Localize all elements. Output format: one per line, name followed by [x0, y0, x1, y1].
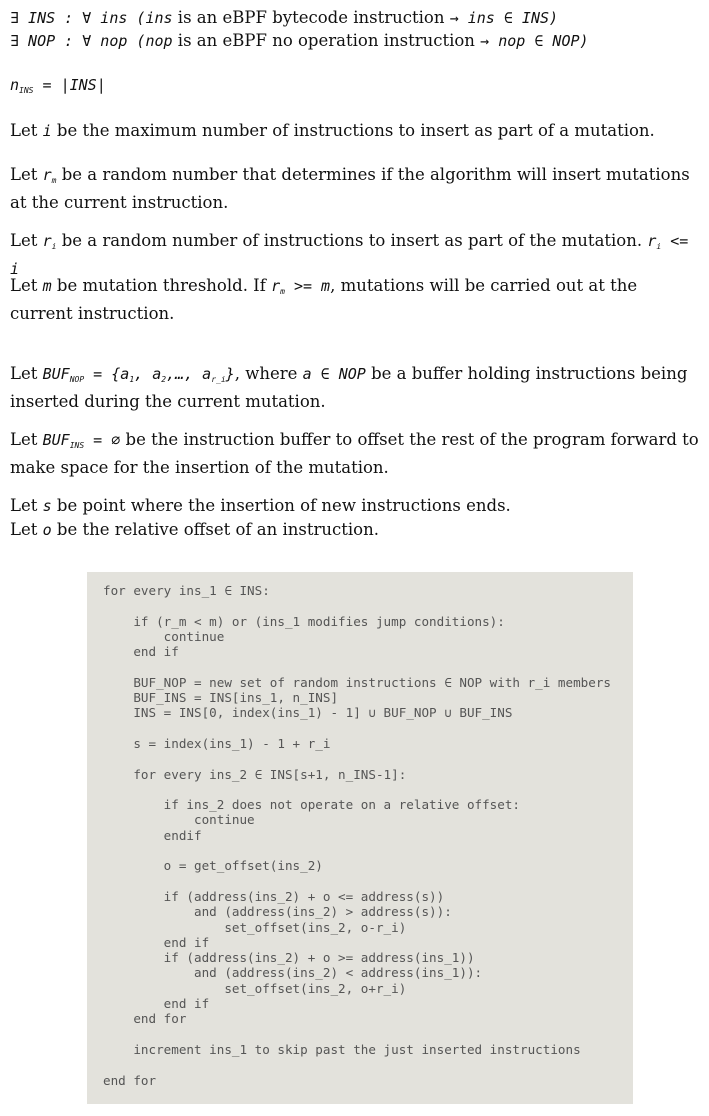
- code-line: if ins_2 does not operate on a relative …: [103, 797, 521, 813]
- code-line: o = get_offset(ins_2): [103, 858, 323, 874]
- var-s: s: [42, 497, 52, 515]
- var-buf: BUF: [42, 431, 70, 449]
- code-line: set_offset(ins_2, o+r_i): [103, 980, 407, 996]
- nop-def-var: nop: [145, 32, 173, 50]
- nop-def-post: → nop ∈ NOP): [480, 32, 589, 50]
- text: Let: [10, 121, 43, 140]
- nop-def-pre: ∃ NOP : ∀ nop (: [10, 32, 146, 50]
- n-ins-definition: nINS = |INS|: [10, 76, 106, 95]
- sub-nop: NOP: [69, 375, 85, 384]
- expr: , a: [134, 365, 162, 383]
- text: Let: [10, 496, 43, 515]
- n-ins-post: = |INS|: [33, 76, 106, 94]
- code-line: endif: [103, 827, 202, 843]
- para-rm: Let rm be a random number that determine…: [10, 164, 700, 214]
- code-line: continue: [103, 628, 225, 644]
- expr: }: [225, 365, 235, 383]
- text: Let: [10, 520, 43, 539]
- expr: = ∅: [84, 431, 121, 449]
- code-line: for every ins_2 ∈ INS[s+1, n_INS-1]:: [103, 766, 407, 782]
- code-line: end for: [103, 1011, 187, 1027]
- para-bufins: Let BUFINS = ∅ be the instruction buffer…: [10, 429, 700, 479]
- code-line: and (address(ins_2) > address(s)):: [103, 904, 452, 920]
- para-o: Let o be the relative offset of an instr…: [10, 519, 700, 541]
- text: Let: [10, 165, 43, 184]
- para-s: Let s be point where the insertion of ne…: [10, 495, 700, 517]
- text: be a random number of instructions to in…: [56, 231, 648, 250]
- para-i: Let i be the maximum number of instructi…: [10, 120, 700, 142]
- code-line: for every ins_1 ∈ INS:: [103, 583, 270, 598]
- code-line: end for: [103, 1072, 157, 1088]
- var-r: r: [271, 277, 281, 295]
- expr: a ∈ NOP: [302, 365, 366, 383]
- var-i: i: [42, 122, 52, 140]
- text: Let: [10, 430, 43, 449]
- expr: = {a: [84, 365, 130, 383]
- para-bufnop: Let BUFNOP = {a1, a2,…, ar_i}, where a ∈…: [10, 363, 700, 413]
- code-line: BUF_INS = INS[ins_1, n_INS]: [103, 690, 339, 706]
- code-line: and (address(ins_2) < address(ins_1)):: [103, 965, 483, 981]
- ins-def-pre: ∃ INS : ∀ ins (: [10, 9, 146, 27]
- code-line: BUF_NOP = new set of random instructions…: [103, 674, 611, 690]
- var-r: r: [42, 232, 52, 250]
- text: be a random number that determines if th…: [10, 165, 690, 212]
- code-line: if (address(ins_2) + o <= address(s)): [103, 888, 445, 904]
- n-ins-var: n: [10, 76, 20, 94]
- text: be point where the insertion of new inst…: [51, 496, 511, 515]
- var-buf: BUF: [42, 365, 70, 383]
- code-line: continue: [103, 812, 255, 828]
- text: Let: [10, 276, 43, 295]
- ins-def-text: is an eBPF bytecode instruction: [172, 8, 450, 27]
- ins-def-post: → ins ∈ INS): [449, 9, 559, 27]
- nop-def-text: is an eBPF no operation instruction: [172, 31, 481, 50]
- sub-ins: INS: [69, 441, 85, 450]
- var-r: r: [42, 166, 52, 184]
- para-ri: Let ri be a random number of instruction…: [10, 230, 700, 280]
- code-line: if (r_m < m) or (ins_1 modifies jump con…: [103, 613, 505, 629]
- sub: r_i: [211, 375, 226, 384]
- text: be the relative offset of an instruction…: [51, 520, 379, 539]
- ins-definition: ∃ INS : ∀ ins (ins is an eBPF bytecode i…: [10, 8, 558, 27]
- code-line: if (address(ins_2) + o >= address(ins_1)…: [103, 950, 475, 966]
- text: , where: [234, 364, 303, 383]
- text: Let: [10, 364, 43, 383]
- ins-def-var: ins: [145, 9, 173, 27]
- text: be mutation threshold. If: [51, 276, 272, 295]
- code-line: increment ins_1 to skip past the just in…: [103, 1041, 581, 1057]
- code-line: end if: [103, 644, 179, 660]
- var-o: o: [42, 521, 52, 539]
- expr: >= m: [284, 277, 331, 295]
- code-line: end if: [103, 996, 210, 1012]
- pseudocode-block: for every ins_1 ∈ INS: if (r_m < m) or (…: [87, 572, 633, 1104]
- code-line: end if: [103, 934, 210, 950]
- expr: ,…, a: [166, 365, 212, 383]
- text: Let: [10, 231, 43, 250]
- var-m: m: [42, 277, 52, 295]
- code-line: INS = INS[0, index(ins_1) - 1] ∪ BUF_NOP…: [103, 705, 513, 721]
- text: be the maximum number of instructions to…: [51, 121, 655, 140]
- para-m: Let m be mutation threshold. If rm >= m,…: [10, 275, 700, 325]
- n-ins-sub: INS: [19, 86, 34, 95]
- nop-definition: ∃ NOP : ∀ nop (nop is an eBPF no operati…: [10, 31, 589, 50]
- code-line: s = index(ins_1) - 1 + r_i: [103, 735, 331, 751]
- code-line: set_offset(ins_2, o-r_i): [103, 919, 407, 935]
